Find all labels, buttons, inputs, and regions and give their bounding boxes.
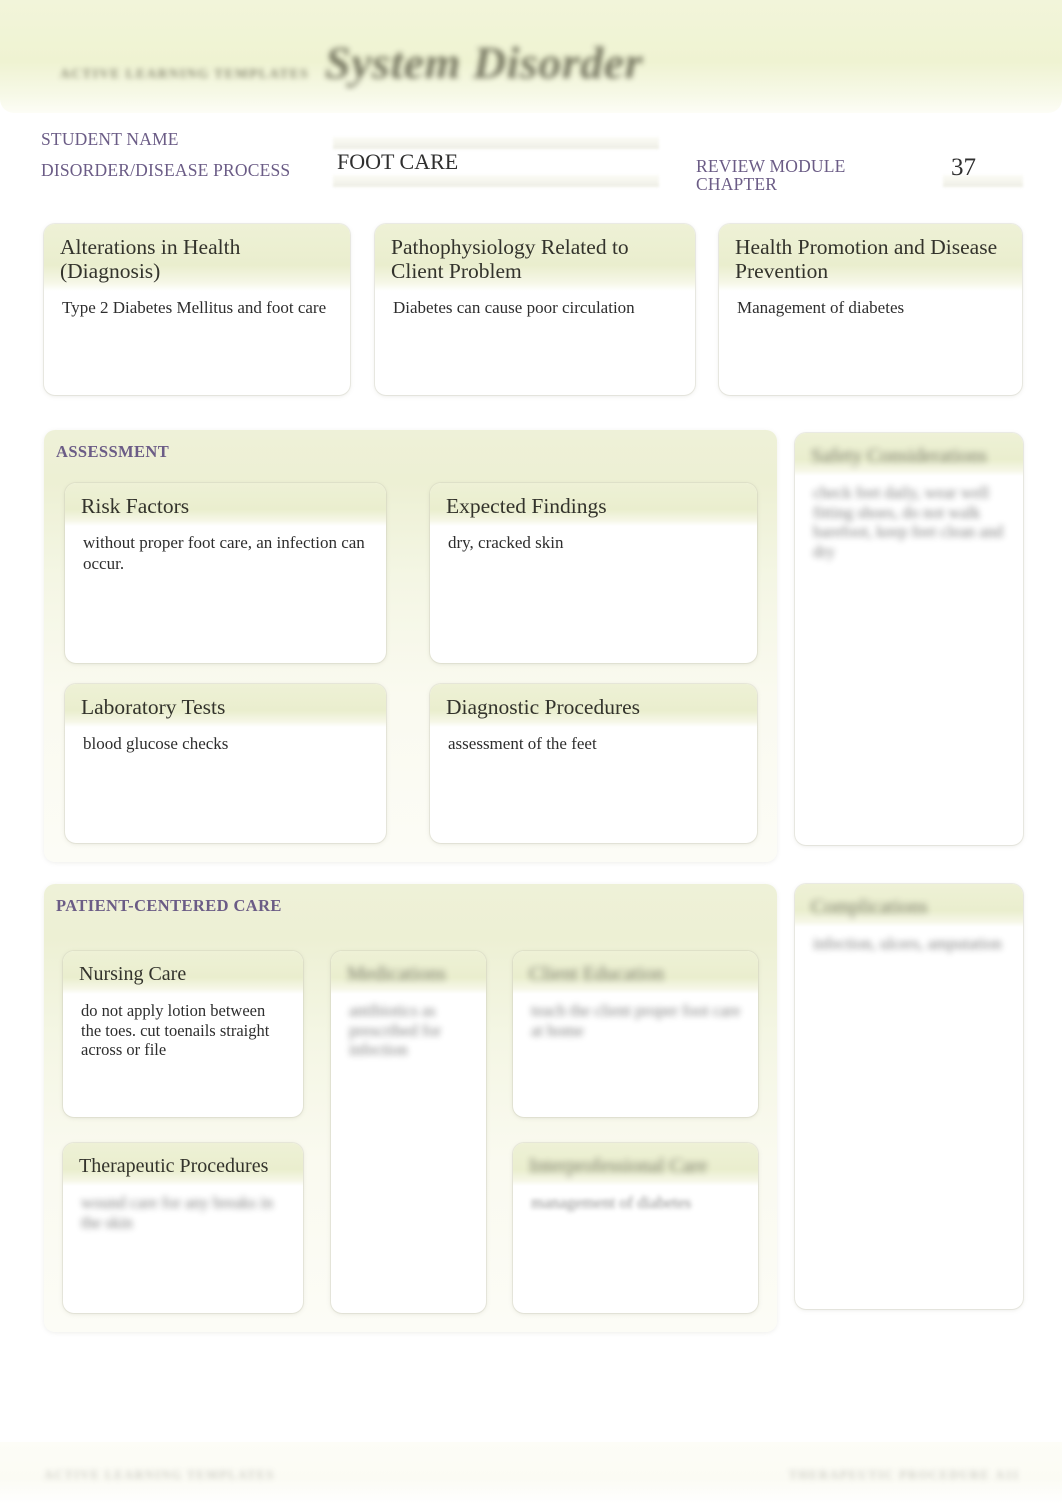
student-name-label: STUDENT NAME [41, 129, 179, 149]
card-body[interactable]: teach the client proper foot care at hom… [513, 994, 758, 1050]
card-body[interactable]: without proper foot care, an infection c… [65, 526, 386, 584]
card-body[interactable]: management of diabetes [513, 1186, 758, 1223]
card-diagnostic-procedures: Diagnostic Procedures assessment of the … [430, 684, 757, 843]
template-title: System Disorder [325, 37, 644, 88]
footer-template-type: THERAPEUTIC PROCEDURE [788, 1468, 990, 1482]
card-title: Risk Factors [81, 494, 190, 518]
card-header: Risk Factors [65, 483, 386, 526]
card-safety-considerations: Safety Considerations check feet daily, … [795, 433, 1023, 845]
card-title: Safety Considerations [811, 445, 988, 467]
card-body[interactable]: Type 2 Diabetes Mellitus and foot care [44, 291, 350, 329]
card-interprofessional-care: Interprofessional Care management of dia… [513, 1143, 758, 1313]
card-laboratory-tests: Laboratory Tests blood glucose checks [65, 684, 386, 843]
patient-centered-care-section-label: PATIENT-CENTERED CARE [56, 896, 282, 915]
card-body[interactable]: Diabetes can cause poor circulation [375, 291, 695, 329]
footer-brand: ACTIVE LEARNING TEMPLATES [44, 1468, 275, 1482]
card-body[interactable]: antibiotics as prescribed for infection [331, 994, 486, 1070]
card-expected-findings: Expected Findings dry, cracked skin [430, 483, 757, 663]
footer-page-number: A11 [995, 1468, 1020, 1482]
card-therapeutic-procedures: Therapeutic Procedures wound care for an… [63, 1143, 303, 1313]
card-header: Diagnostic Procedures [430, 684, 757, 727]
card-risk-factors: Risk Factors without proper foot care, a… [65, 483, 386, 663]
card-body[interactable]: Management of diabetes [719, 291, 1022, 329]
disorder-process-underline [333, 175, 659, 187]
header-form: STUDENT NAME DISORDER/DISEASE PROCESS FO… [0, 113, 1062, 210]
brand-text: ACTIVE LEARNING TEMPLATES [60, 66, 310, 81]
app-banner: ACTIVE LEARNING TEMPLATES System Disorde… [0, 0, 1062, 113]
card-title: Health Promotion and Disease Prevention [735, 235, 998, 283]
card-body[interactable]: blood glucose checks [65, 727, 386, 765]
disorder-process-label: DISORDER/DISEASE PROCESS [41, 160, 291, 180]
card-nursing-care: Nursing Care do not apply lotion between… [63, 951, 303, 1117]
card-title: Expected Findings [446, 494, 607, 518]
card-title: Diagnostic Procedures [446, 695, 641, 719]
card-body[interactable]: infection, ulcers, amputation [795, 927, 1023, 964]
card-header: Pathophysiology Related to Client Proble… [375, 224, 695, 291]
card-alterations-in-health: Alterations in Health (Diagnosis) Type 2… [44, 224, 350, 395]
card-body[interactable]: dry, cracked skin [430, 526, 757, 564]
review-module-chapter-label: REVIEW MODULE CHAPTER [696, 156, 846, 194]
card-header: Therapeutic Procedures [63, 1143, 303, 1186]
card-complications: Complications infection, ulcers, amputat… [795, 884, 1023, 1309]
card-title: Interprofessional Care [529, 1155, 708, 1177]
banner-content: ACTIVE LEARNING TEMPLATES System Disorde… [60, 36, 643, 89]
card-header: Complications [795, 884, 1023, 927]
card-header: Health Promotion and Disease Prevention [719, 224, 1022, 291]
card-body[interactable]: assessment of the feet [430, 727, 757, 765]
card-title: Alterations in Health (Diagnosis) [60, 235, 241, 283]
card-header: Medications [331, 951, 486, 994]
card-title: Client Education [529, 963, 664, 985]
card-title: Complications [811, 896, 928, 918]
disorder-process-value[interactable]: FOOT CARE [337, 149, 458, 175]
card-header: Nursing Care [63, 951, 303, 994]
card-title: Nursing Care [79, 963, 187, 985]
card-body[interactable]: check feet daily, wear well fitting shoe… [795, 476, 1023, 571]
card-body[interactable]: wound care for any breaks in the skin [63, 1186, 303, 1242]
card-header: Alterations in Health (Diagnosis) [44, 224, 350, 291]
card-title: Laboratory Tests [81, 695, 226, 719]
card-body[interactable]: do not apply lotion between the toes. cu… [63, 994, 303, 1070]
chapter-value[interactable]: 37 [951, 154, 976, 182]
card-pathophysiology: Pathophysiology Related to Client Proble… [375, 224, 695, 395]
card-medications: Medications antibiotics as prescribed fo… [331, 951, 486, 1313]
card-title: Therapeutic Procedures [79, 1155, 269, 1177]
card-health-promotion: Health Promotion and Disease Prevention … [719, 224, 1022, 395]
card-header: Expected Findings [430, 483, 757, 526]
card-client-education: Client Education teach the client proper… [513, 951, 758, 1117]
card-title: Pathophysiology Related to Client Proble… [391, 235, 629, 283]
card-header: Interprofessional Care [513, 1143, 758, 1186]
page-footer: ACTIVE LEARNING TEMPLATES THERAPEUTIC PR… [0, 1442, 1062, 1504]
card-title: Medications [347, 963, 446, 985]
assessment-section-label: ASSESSMENT [56, 442, 170, 461]
card-header: Client Education [513, 951, 758, 994]
card-header: Safety Considerations [795, 433, 1023, 476]
student-name-field[interactable] [333, 137, 659, 149]
card-header: Laboratory Tests [65, 684, 386, 727]
